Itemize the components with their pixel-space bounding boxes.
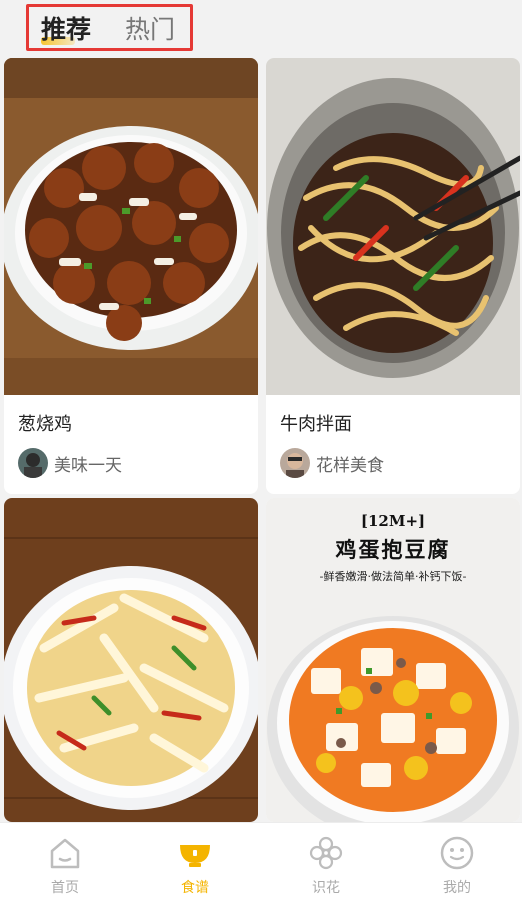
recipe-photo (4, 58, 258, 395)
author-row[interactable]: 美味一天 (18, 448, 122, 478)
recipe-photo (266, 58, 520, 395)
profile-face-icon (440, 836, 474, 870)
nav-profile[interactable]: 我的 (392, 823, 522, 901)
recipe-photo (4, 498, 258, 822)
author-name: 美味一天 (54, 455, 122, 476)
recipe-title: 葱烧鸡 (18, 414, 72, 435)
recipe-card[interactable]: 牛肉拌面 花样美食 (266, 58, 520, 494)
bottom-nav: 首页 食谱 识花 我的 (0, 822, 522, 901)
home-icon (50, 838, 80, 869)
nav-label: 我的 (443, 880, 471, 896)
flower-icon (309, 836, 343, 870)
poster-headline: 鸡蛋抱豆腐 (335, 537, 451, 562)
recipe-title: 牛肉拌面 (280, 414, 352, 435)
author-row[interactable]: 花样美食 (280, 448, 384, 478)
poster-tag: [12M+] (360, 512, 426, 530)
tab-group-highlight: 推荐 热门 (26, 4, 193, 51)
tab-recommend[interactable]: 推荐 (41, 15, 91, 45)
nav-label: 食谱 (181, 880, 209, 896)
top-tab-bar: 推荐 热门 (0, 0, 522, 56)
recipe-card[interactable] (4, 498, 258, 822)
recipe-card[interactable]: [12M+] 鸡蛋抱豆腐 -鲜香嫩滑·做法简单·补钙下饭- (266, 498, 520, 822)
recipe-bowl-icon (180, 845, 210, 867)
author-name: 花样美食 (316, 455, 384, 476)
nav-identify-flower[interactable]: 识花 (261, 823, 391, 901)
poster-subline: -鲜香嫩滑·做法简单·补钙下饭- (319, 570, 467, 583)
avatar (280, 448, 310, 478)
nav-recipes[interactable]: 食谱 (130, 823, 260, 901)
avatar (18, 448, 48, 478)
nav-label: 识花 (312, 880, 340, 896)
tab-hot[interactable]: 热门 (125, 15, 175, 45)
nav-home[interactable]: 首页 (0, 823, 130, 901)
recipe-card[interactable]: 葱烧鸡 美味一天 (4, 58, 258, 494)
nav-label: 首页 (51, 880, 79, 896)
poster-text: [12M+] 鸡蛋抱豆腐 -鲜香嫩滑·做法简单·补钙下饭- (266, 512, 520, 584)
